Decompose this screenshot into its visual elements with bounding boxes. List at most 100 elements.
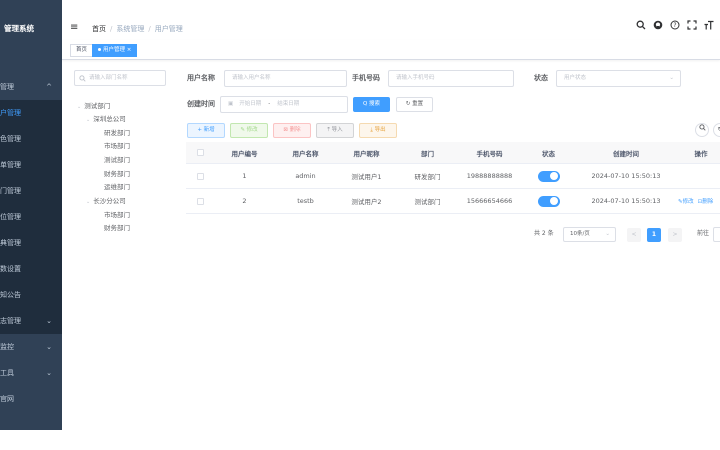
tree-node-ops[interactable]: 运维部门 <box>104 181 130 191</box>
search-icon[interactable] <box>636 20 646 33</box>
export-button[interactable]: ⤓ 导出 <box>359 123 397 138</box>
breadcrumb-home[interactable]: 首页 <box>92 25 106 33</box>
sidebar-item-logs[interactable]: 志管理 ⌄ <box>0 308 62 334</box>
sidebar: 管理系统 管理 ^ 户管理 色管理 单管理 门管理 位管理 典管理 数设置 知公告… <box>0 0 62 430</box>
sidebar-item-tools[interactable]: 工具 ⌄ <box>0 360 62 386</box>
col-user-id: 用户编号 <box>231 149 258 158</box>
pagination-total: 共 2 条 <box>534 230 554 237</box>
navbar-icons: ? <box>636 20 714 33</box>
tree-node-cs-market[interactable]: 市场部门 <box>104 209 130 219</box>
search-icon <box>79 71 86 88</box>
import-button[interactable]: ⤒ 导入 <box>316 123 354 138</box>
sidebar-item-website[interactable]: 官网 <box>0 386 62 412</box>
created-label: 创建时间 <box>187 100 215 108</box>
search-toggle-icon[interactable] <box>695 123 709 137</box>
tag-home[interactable]: 首页 <box>70 44 94 57</box>
table-header: 用户编号 用户名称 用户昵称 部门 手机号码 状态 创建时间 操作 <box>186 142 720 164</box>
col-dept: 部门 <box>421 149 434 158</box>
username-input[interactable]: 请输入用户名称 <box>224 70 347 87</box>
cell-phone: 15666654666 <box>466 197 513 205</box>
chevron-up-icon: ^ <box>46 83 52 91</box>
cell-phone: 19888888888 <box>466 172 513 180</box>
page-1-button[interactable]: 1 <box>647 228 661 242</box>
breadcrumb-system[interactable]: 系统管理 <box>116 25 144 33</box>
github-icon[interactable] <box>653 20 663 33</box>
tree-node-finance[interactable]: 财务部门 <box>104 168 130 178</box>
bottom-area <box>0 430 720 450</box>
cell-nickname: 测试用户1 <box>351 173 382 181</box>
sidebar-item-menus[interactable]: 单管理 <box>0 152 62 178</box>
cell-user-id: 1 <box>242 172 247 180</box>
calendar-icon: ▣ <box>228 101 234 107</box>
sidebar-item-system[interactable]: 管理 ^ <box>0 74 62 100</box>
status-switch[interactable] <box>537 170 560 182</box>
cell-created: 2024-07-10 15:50:13 <box>591 172 661 180</box>
dept-search-input[interactable]: 请输入部门名称 <box>74 70 166 86</box>
delete-link[interactable]: ⊡删除 <box>698 197 714 205</box>
cell-created: 2024-07-10 15:50:13 <box>591 197 661 205</box>
edit-link[interactable]: ✎修改 <box>678 197 694 205</box>
hamburger-icon[interactable]: ≡ <box>70 22 78 33</box>
sidebar-item-roles[interactable]: 色管理 <box>0 126 62 152</box>
table-row: 2 testb 测试用户2 测试部门 15666654666 2024-07-1… <box>186 189 720 214</box>
tree-node-shenzhen[interactable]: ⌄ 深圳总公司 <box>86 113 126 123</box>
tree-node-test[interactable]: 测试部门 <box>104 154 130 164</box>
breadcrumb: 首页 / 系统管理 / 用户管理 <box>92 25 183 33</box>
user-table: 用户编号 用户名称 用户昵称 部门 手机号码 状态 创建时间 操作 1 admi… <box>186 142 720 214</box>
font-size-icon[interactable] <box>704 20 714 33</box>
status-label: 状态 <box>534 74 548 82</box>
col-status: 状态 <box>542 149 555 158</box>
fullscreen-icon[interactable] <box>687 20 697 33</box>
tree-node-root[interactable]: ⌄ 测试部门 <box>77 100 110 110</box>
dot-icon <box>98 48 101 51</box>
next-page-button[interactable]: > <box>668 228 682 242</box>
sidebar-item-depts[interactable]: 门管理 <box>0 178 62 204</box>
row-checkbox[interactable] <box>196 172 204 180</box>
status-switch[interactable] <box>537 195 560 207</box>
sidebar-logo: 管理系统 <box>4 24 34 33</box>
sidebar-item-users[interactable]: 户管理 <box>0 100 62 126</box>
col-ops: 操作 <box>694 149 708 158</box>
sidebar-item-posts[interactable]: 位管理 <box>0 204 62 230</box>
tree-node-changsha[interactable]: ⌄ 长沙分公司 <box>86 195 126 205</box>
status-select[interactable]: 用户状态 ⌄ <box>556 70 681 87</box>
page-size-select[interactable]: 10条/页 ⌄ <box>563 227 616 242</box>
tag-users[interactable]: 用户管理 × <box>92 44 138 57</box>
phone-input[interactable]: 请输入手机号码 <box>388 70 514 87</box>
help-icon[interactable]: ? <box>670 20 680 33</box>
edit-button[interactable]: ✎ 修改 <box>230 123 268 138</box>
sidebar-item-params[interactable]: 数设置 <box>0 256 62 282</box>
date-range-input[interactable]: ▣ 开始日期 - 结束日期 <box>220 96 348 113</box>
cell-nickname: 测试用户2 <box>351 198 382 206</box>
chevron-down-icon: ⌄ <box>46 317 52 325</box>
username-label: 用户名称 <box>187 74 215 82</box>
cell-dept: 研发部门 <box>414 173 441 181</box>
phone-label: 手机号码 <box>352 74 380 82</box>
col-created: 创建时间 <box>613 149 639 158</box>
sidebar-item-dict[interactable]: 典管理 <box>0 230 62 256</box>
select-all-checkbox[interactable] <box>196 149 204 156</box>
delete-button[interactable]: ⊠ 删除 <box>273 123 311 138</box>
col-nickname: 用户昵称 <box>353 149 380 158</box>
sidebar-item-monitor[interactable]: 监控 ⌄ <box>0 334 62 360</box>
row-checkbox[interactable] <box>196 197 204 205</box>
sidebar-item-notice[interactable]: 知公告 <box>0 282 62 308</box>
table-row: 1 admin 测试用户1 研发部门 19888888888 2024-07-1… <box>186 164 720 189</box>
cell-username: testb <box>297 197 314 205</box>
add-button[interactable]: + 新增 <box>187 123 225 138</box>
tree-node-rd[interactable]: 研发部门 <box>104 127 130 137</box>
breadcrumb-users: 用户管理 <box>154 25 183 33</box>
navbar: ≡ 首页 / 系统管理 / 用户管理 ? <box>62 0 720 40</box>
refresh-icon[interactable]: ↻ <box>713 123 720 137</box>
svg-text:?: ? <box>673 22 676 29</box>
chevron-down-icon: ⌄ <box>669 75 674 81</box>
col-username: 用户名称 <box>292 149 319 158</box>
prev-page-button[interactable]: < <box>627 228 641 242</box>
tree-node-market[interactable]: 市场部门 <box>104 140 130 150</box>
goto-page-input[interactable] <box>713 227 720 242</box>
chevron-down-icon: ⌄ <box>46 369 52 377</box>
tree-node-cs-finance[interactable]: 财务部门 <box>104 222 130 232</box>
cell-dept: 测试部门 <box>414 198 441 206</box>
reset-button[interactable]: ↻ 重置 <box>396 97 433 112</box>
search-button[interactable]: Q 搜索 <box>353 97 390 112</box>
